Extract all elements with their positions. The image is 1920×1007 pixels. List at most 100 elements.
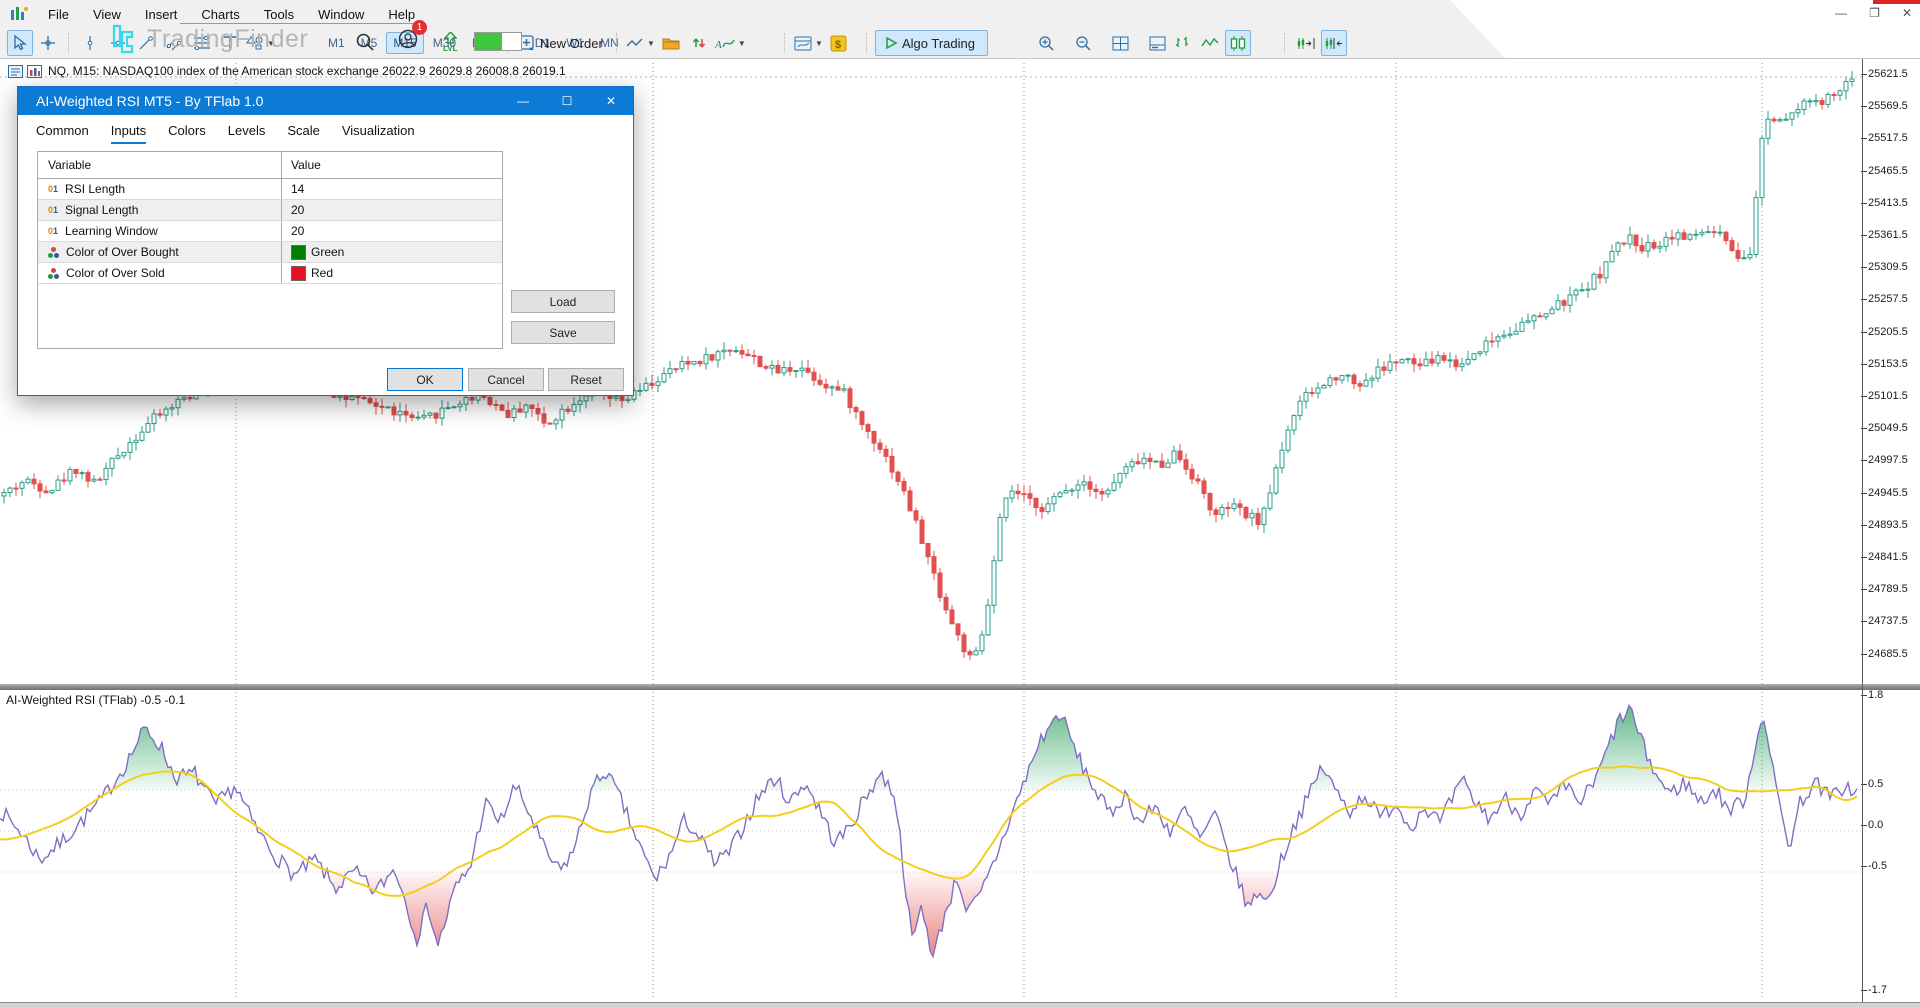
price-label: 25309.5 — [1868, 261, 1908, 273]
variable-name: Learning Window — [65, 224, 158, 238]
timeframe-m1[interactable]: M1 — [321, 32, 352, 54]
dialog-titlebar[interactable]: AI-Weighted RSI MT5 - By TFlab 1.0 — ☐ ✕ — [18, 87, 633, 115]
new-order-label: New Order — [540, 36, 603, 51]
indicator-caption: AI-Weighted RSI (TFlab) -0.5 -0.1 — [6, 693, 185, 707]
banner-actions: 1 LVL — [355, 28, 522, 55]
load-button[interactable]: Load — [511, 290, 615, 313]
algo-trading-button[interactable]: Algo Trading — [875, 30, 988, 56]
chevron-down-icon: ▼ — [647, 39, 655, 48]
templates-folder-button[interactable] — [658, 30, 684, 56]
color-input-icon — [48, 268, 59, 279]
trade-arrows-button[interactable] — [686, 30, 712, 56]
candle-chart-mode-button[interactable] — [1225, 30, 1251, 56]
price-label: 25101.5 — [1868, 390, 1908, 402]
numeric-input-icon: 01 — [48, 205, 58, 215]
toolbar-separator — [68, 33, 70, 53]
rsi-indicator-chart[interactable] — [0, 690, 1862, 1002]
save-button[interactable]: Save — [511, 321, 615, 344]
zoom-out-button[interactable] — [1070, 30, 1096, 56]
dialog-tab-inputs[interactable]: Inputs — [111, 123, 146, 144]
indicator-axis-label: 0.5 — [1868, 778, 1883, 790]
tile-windows-button[interactable] — [1107, 30, 1133, 56]
variable-value[interactable]: 20 — [282, 224, 502, 238]
indicator-settings-dialog: AI-Weighted RSI MT5 - By TFlab 1.0 — ☐ ✕… — [17, 86, 634, 396]
indicator-axis-label: 1.8 — [1868, 689, 1883, 701]
chart-window-button[interactable]: ▼ — [793, 30, 824, 56]
price-label: 25621.5 — [1868, 68, 1908, 80]
vertical-line-tool-button[interactable] — [77, 30, 103, 56]
dialog-tab-scale[interactable]: Scale — [287, 123, 320, 144]
svg-text:A: A — [715, 39, 722, 51]
price-label: 25361.5 — [1868, 229, 1908, 241]
variable-value[interactable]: Red — [282, 266, 502, 281]
price-label: 24945.5 — [1868, 487, 1908, 499]
lvl-label: LVL — [443, 45, 458, 52]
chart-bars-icon — [27, 65, 42, 78]
toolbar-separator — [866, 33, 868, 53]
price-label: 25517.5 — [1868, 132, 1908, 144]
price-label: 25569.5 — [1868, 100, 1908, 112]
dialog-tab-colors[interactable]: Colors — [168, 123, 206, 144]
axis-divider — [1862, 59, 1863, 1002]
table-row[interactable]: 01Signal Length20 — [38, 200, 502, 221]
dialog-tab-common[interactable]: Common — [36, 123, 89, 144]
col-header-value: Value — [282, 158, 502, 172]
color-input-icon — [48, 247, 59, 258]
bar-chart-mode-button[interactable] — [1169, 30, 1195, 56]
profile-icon[interactable]: 1 — [397, 28, 419, 55]
window-minimize-button[interactable]: — — [1835, 6, 1847, 20]
brand-logo: TradingFinder — [108, 24, 308, 54]
shift-chart-button[interactable] — [1293, 30, 1319, 56]
window-controls: — ❐ ✕ — [1813, 6, 1912, 20]
variable-value[interactable]: 14 — [282, 182, 502, 196]
price-label: 25413.5 — [1868, 197, 1908, 209]
variable-value[interactable]: Green — [282, 245, 502, 260]
chart-list-icon — [8, 65, 23, 78]
app-icon — [10, 6, 28, 22]
new-order-button[interactable]: New Order — [517, 30, 608, 56]
line-chart-mode-button[interactable] — [1197, 30, 1223, 56]
inputs-table[interactable]: VariableValue01RSI Length1401Signal Leng… — [37, 151, 503, 349]
dialog-tab-levels[interactable]: Levels — [228, 123, 266, 144]
table-row[interactable]: 01Learning Window20 — [38, 221, 502, 242]
price-label: 24893.5 — [1868, 519, 1908, 531]
variable-value[interactable]: 20 — [282, 203, 502, 217]
svg-text:$: $ — [835, 39, 841, 51]
cancel-button[interactable]: Cancel — [468, 368, 544, 391]
indicator-axis-label: -1.7 — [1868, 984, 1887, 996]
variable-name: Color of Over Sold — [66, 266, 165, 280]
search-icon[interactable] — [355, 32, 375, 52]
variable-name: RSI Length — [65, 182, 125, 196]
algo-trading-label: Algo Trading — [902, 36, 975, 51]
dialog-tab-visualization[interactable]: Visualization — [342, 123, 415, 144]
brand-name: TradingFinder — [147, 25, 308, 54]
toolbar-separator — [616, 33, 618, 53]
dialog-title: AI-Weighted RSI MT5 - By TFlab 1.0 — [36, 93, 501, 109]
menu-item-view[interactable]: View — [81, 3, 133, 26]
auto-scroll-button[interactable] — [1321, 30, 1347, 56]
menu-item-file[interactable]: File — [36, 3, 81, 26]
toggle-switch[interactable] — [474, 32, 522, 51]
line-style-button[interactable]: ▼ — [625, 30, 656, 56]
indicator-axis-label: 0.0 — [1868, 819, 1883, 831]
cursor-tool-button[interactable] — [7, 30, 33, 56]
window-close-button[interactable]: ✕ — [1902, 6, 1912, 20]
dialog-tabs: Common Inputs Colors Levels Scale Visualizati… — [36, 123, 437, 144]
table-row[interactable]: Color of Over BoughtGreen — [38, 242, 502, 263]
window-layout-button[interactable] — [1144, 30, 1170, 56]
table-row[interactable]: 01RSI Length14 — [38, 179, 502, 200]
table-row[interactable]: Color of Over Sold Red — [38, 263, 502, 284]
chart-caption: NQ, M15: NASDAQ100 index of the American… — [8, 64, 566, 78]
zoom-in-button[interactable] — [1033, 30, 1059, 56]
window-restore-button[interactable]: ❐ — [1869, 6, 1880, 20]
dialog-close-button[interactable]: ✕ — [589, 87, 633, 115]
dialog-minimize-button[interactable]: — — [501, 87, 545, 115]
indicators-button[interactable]: A ▼ — [714, 30, 747, 56]
crosshair-tool-button[interactable] — [35, 30, 61, 56]
toolbar-separator — [1284, 33, 1286, 53]
ok-button[interactable]: OK — [387, 368, 463, 391]
price-label: 25153.5 — [1868, 358, 1908, 370]
market-watch-button[interactable]: $ — [826, 30, 852, 56]
reset-button[interactable]: Reset — [548, 368, 624, 391]
dialog-maximize-button[interactable]: ☐ — [545, 87, 589, 115]
